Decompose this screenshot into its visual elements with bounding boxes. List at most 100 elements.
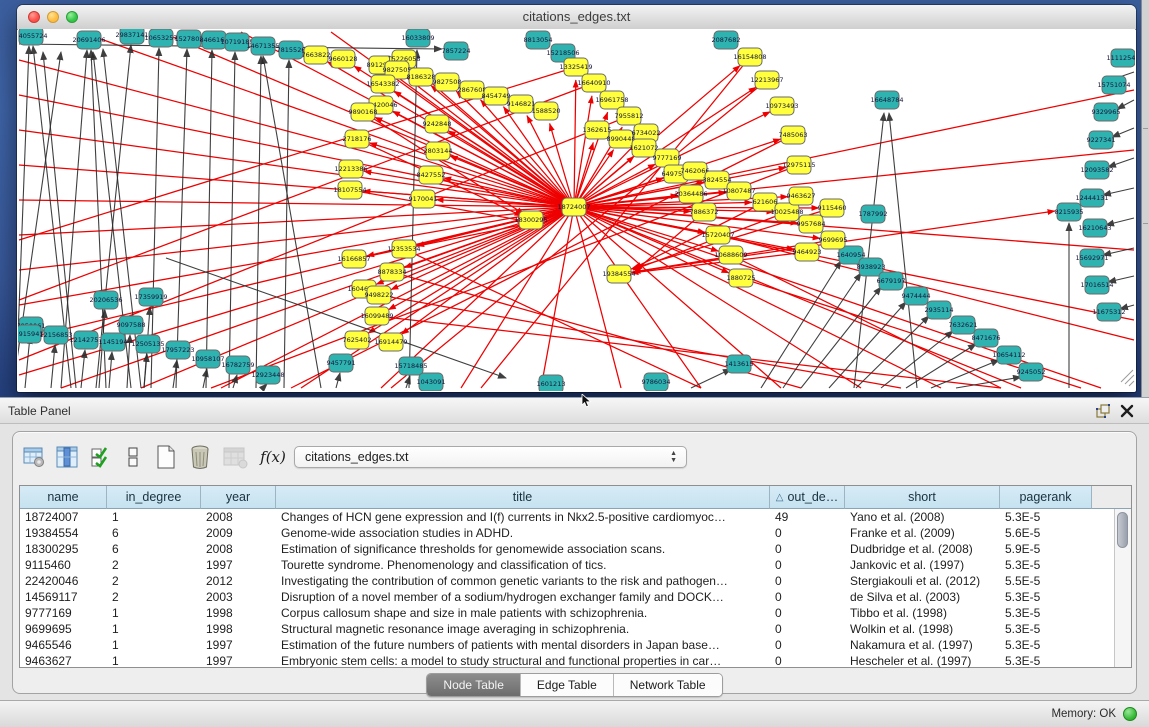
table-cell[interactable]: 9463627: [20, 653, 107, 669]
table-cell[interactable]: 2: [107, 573, 201, 589]
graph-node[interactable]: 10025488: [770, 203, 803, 221]
graph-node[interactable]: 16914479: [374, 333, 407, 351]
graph-node[interactable]: 1588520: [532, 102, 561, 120]
column-header-title[interactable]: title: [276, 486, 770, 509]
graph-node[interactable]: 1043091: [417, 373, 446, 391]
graph-node[interactable]: 18107554: [333, 181, 366, 199]
table-cell[interactable]: 1: [107, 509, 201, 525]
table-cell[interactable]: 1998: [201, 605, 276, 621]
graph-node[interactable]: 9097588: [117, 316, 146, 334]
graph-node[interactable]: 9227341: [1087, 131, 1116, 149]
delete-button[interactable]: [183, 444, 217, 470]
table-cell[interactable]: 2: [107, 589, 201, 605]
column-header-pagerank[interactable]: pagerank: [1000, 486, 1092, 509]
graph-node[interactable]: 16210643: [1078, 219, 1111, 237]
graph-node[interactable]: 16648784: [870, 91, 903, 109]
graph-node[interactable]: 7955812: [615, 107, 644, 125]
table-cell[interactable]: 5.6E-5: [1000, 525, 1092, 541]
table-cell[interactable]: 5.5E-5: [1000, 573, 1092, 589]
table-cell[interactable]: 0: [770, 653, 845, 669]
row-height-button[interactable]: [117, 444, 149, 470]
table-cell[interactable]: 9699695: [20, 621, 107, 637]
graph-node[interactable]: 2803144: [424, 142, 453, 160]
column-header-year[interactable]: year: [201, 486, 276, 509]
table-cell[interactable]: 1997: [201, 557, 276, 573]
table-row[interactable]: 2242004622012Investigating the contribut…: [20, 573, 1131, 589]
table-cell[interactable]: Structural magnetic resonance image aver…: [276, 621, 770, 637]
graph-node[interactable]: 24055724: [18, 29, 48, 45]
graph-node[interactable]: 16782759: [221, 356, 254, 374]
graph-node[interactable]: 16961758: [595, 91, 628, 109]
graph-node[interactable]: 18300295: [514, 211, 547, 229]
citation-edge[interactable]: [19, 207, 574, 305]
graph-node[interactable]: 9777169: [653, 149, 682, 167]
table-cell[interactable]: 0: [770, 621, 845, 637]
graph-node[interactable]: 12353534: [387, 240, 420, 258]
table-row[interactable]: 1830029562008Estimation of significance …: [20, 541, 1131, 557]
graph-node[interactable]: 15751074: [1097, 76, 1130, 94]
citation-edge-undirected[interactable]: [761, 261, 841, 388]
citation-edge[interactable]: [377, 316, 1001, 388]
citation-edge[interactable]: [574, 80, 576, 207]
table-cell[interactable]: Stergiakouli et al. (2012): [845, 573, 1000, 589]
table-cell[interactable]: Corpus callosum shape and size in male p…: [276, 605, 770, 621]
table-cell[interactable]: 9777169: [20, 605, 107, 621]
graph-node[interactable]: 12505135: [131, 335, 164, 353]
table-cell[interactable]: 0: [770, 525, 845, 541]
graph-node[interactable]: 16166857: [337, 250, 370, 268]
table-cell[interactable]: Estimation of significance thresholds fo…: [276, 541, 770, 557]
graph-node[interactable]: 9115460: [818, 199, 847, 217]
table-cell[interactable]: 1: [107, 637, 201, 653]
citation-edge-undirected[interactable]: [284, 60, 289, 388]
scrollbar-thumb[interactable]: [1117, 512, 1128, 548]
select-columns-button[interactable]: [85, 444, 117, 470]
citation-edge-undirected[interactable]: [263, 384, 267, 388]
graph-node[interactable]: 11675312: [1092, 303, 1125, 321]
graph-node[interactable]: 8471676: [972, 329, 1001, 347]
table-cell[interactable]: 9115460: [20, 557, 107, 573]
graph-node[interactable]: 10973493: [765, 97, 798, 115]
graph-node[interactable]: 12975115: [782, 156, 815, 174]
network-window-titlebar[interactable]: citations_edges.txt: [17, 5, 1136, 30]
table-cell[interactable]: 5.3E-5: [1000, 509, 1092, 525]
table-cell[interactable]: Tibbo et al. (1998): [845, 605, 1000, 621]
table-cell[interactable]: Wolkin et al. (1998): [845, 621, 1000, 637]
table-cell[interactable]: 5.3E-5: [1000, 557, 1092, 573]
memory-status-indicator[interactable]: [1123, 707, 1137, 721]
table-cell[interactable]: 2003: [201, 589, 276, 605]
graph-node[interactable]: 16640910: [577, 74, 610, 92]
table-cell[interactable]: 1997: [201, 637, 276, 653]
citation-edge[interactable]: [19, 83, 594, 300]
graph-node[interactable]: 9786034: [642, 373, 671, 391]
graph-node[interactable]: 8427552: [417, 166, 446, 184]
table-cell[interactable]: Changes of HCN gene expression and I(f) …: [276, 509, 770, 525]
graph-node[interactable]: 12093582: [1080, 161, 1113, 179]
graph-node[interactable]: 7663822: [302, 46, 331, 64]
graph-node[interactable]: 1787992: [859, 205, 888, 223]
graph-node[interactable]: 2935114: [925, 301, 954, 319]
network-canvas[interactable]: 2405572420691406298371411065325715278028…: [18, 29, 1135, 391]
citation-edge[interactable]: [401, 207, 574, 334]
graph-node[interactable]: 10654112: [992, 346, 1025, 364]
table-cell[interactable]: 18724007: [20, 509, 107, 525]
graph-node[interactable]: 1413615: [725, 355, 754, 373]
graph-node[interactable]: 20364486: [674, 185, 707, 203]
graph-node[interactable]: 1880725: [727, 269, 756, 287]
table-cell[interactable]: 0: [770, 605, 845, 621]
table-row[interactable]: 1456911722003Disruption of a novel membe…: [20, 589, 1131, 605]
table-row[interactable]: 1938455462009Genome-wide association stu…: [20, 525, 1131, 541]
graph-node[interactable]: 7632621: [949, 316, 978, 334]
table-cell[interactable]: 6: [107, 525, 201, 541]
graph-node[interactable]: 7625402: [343, 331, 372, 349]
citation-edge[interactable]: [574, 207, 1021, 388]
column-header-short[interactable]: short: [845, 486, 1000, 509]
graph-node[interactable]: 20691406: [72, 31, 105, 49]
graph-node[interactable]: 17957223: [161, 341, 194, 359]
citation-edge-undirected[interactable]: [51, 345, 55, 388]
graph-node[interactable]: 13325419: [559, 58, 592, 76]
table-cell[interactable]: Tourette syndrome. Phenomenology and cla…: [276, 557, 770, 573]
graph-node[interactable]: 1601213: [537, 375, 566, 391]
graph-node[interactable]: 16033809: [401, 29, 434, 47]
graph-node[interactable]: 9660128: [329, 50, 358, 68]
graph-node[interactable]: 14671355: [246, 37, 279, 55]
